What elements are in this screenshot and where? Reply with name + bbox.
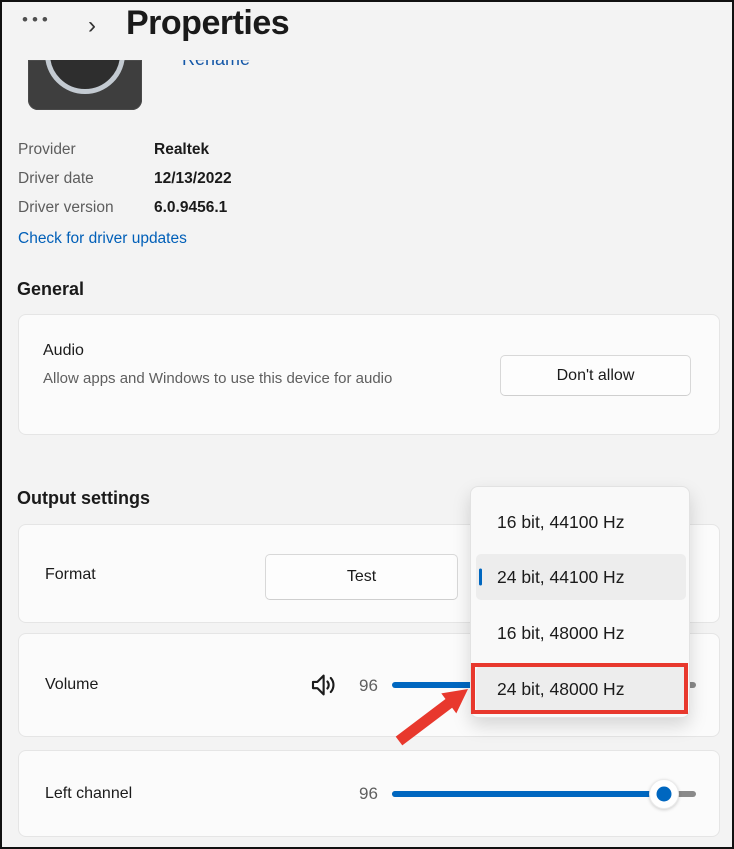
left-channel-value: 96 [359,784,378,804]
format-option-16bit-44100[interactable]: 16 bit, 44100 Hz [476,499,686,545]
rename-link-clipped[interactable]: Rename [182,60,250,83]
audio-card-description: Allow apps and Windows to use this devic… [43,369,423,389]
driver-date-label: Driver date [18,170,154,188]
check-driver-updates-link[interactable]: Check for driver updates [18,230,187,248]
format-option-label: 24 bit, 44100 Hz [497,567,624,588]
driver-version-label: Driver version [18,199,154,217]
audio-permission-card: Audio Allow apps and Windows to use this… [18,314,720,435]
volume-value: 96 [359,676,378,696]
format-label: Format [45,566,96,584]
speaker-cone-graphic [45,60,125,94]
provider-value: Realtek [154,141,209,158]
rename-link[interactable]: Rename [182,60,250,70]
selected-accent-pill [479,569,482,586]
annotation-arrow-icon [387,680,482,755]
settings-properties-page: ••• › Properties Rename ProviderRealtek … [0,0,734,849]
device-image [28,60,142,110]
driver-info-row: Driver date12/13/2022 [18,170,232,188]
driver-version-value: 6.0.9456.1 [154,199,227,216]
more-options-icon[interactable]: ••• [22,10,52,30]
page-title: Properties [126,4,289,43]
test-button[interactable]: Test [265,554,458,600]
chevron-right-icon: › [88,12,96,40]
speaker-volume-icon[interactable] [308,670,338,700]
driver-info-row: ProviderRealtek [18,141,209,159]
format-option-24bit-44100[interactable]: 24 bit, 44100 Hz [476,554,686,600]
format-option-16bit-48000[interactable]: 16 bit, 48000 Hz [476,610,686,656]
volume-label: Volume [45,676,98,694]
provider-label: Provider [18,141,154,159]
audio-card-title: Audio [43,342,84,360]
general-heading: General [17,279,84,300]
left-channel-slider-handle[interactable] [649,779,679,809]
driver-info-row: Driver version6.0.9456.1 [18,199,227,217]
left-channel-label: Left channel [45,785,132,803]
left-channel-slider-track[interactable] [392,791,664,797]
slider-handle-dot [657,787,672,802]
annotation-highlight-box [471,663,688,714]
output-settings-heading: Output settings [17,488,150,509]
driver-date-value: 12/13/2022 [154,170,232,187]
dont-allow-button[interactable]: Don't allow [500,355,691,396]
